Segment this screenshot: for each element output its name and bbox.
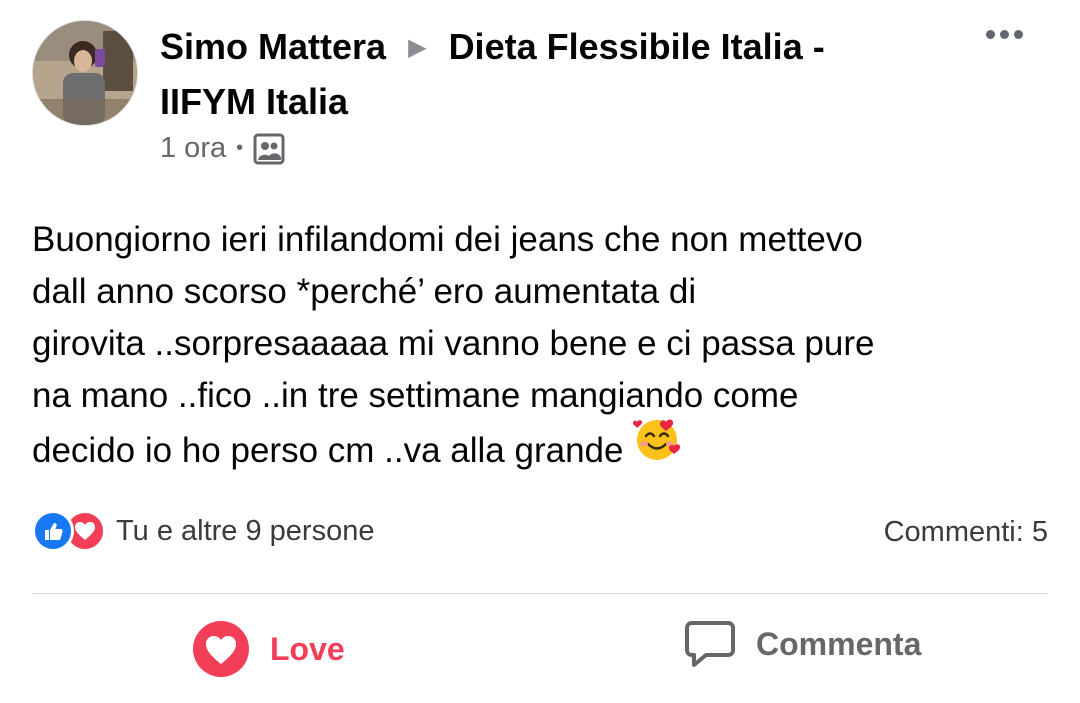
love-button-label: Love [270,630,345,667]
post-text-line: girovita ..sorpresaaaaa mi vanno bene e … [32,324,875,363]
reactions-count: Tu e altre 9 persone [116,514,375,547]
group-name[interactable]: Dieta Flessibile Italia - [449,26,825,67]
more-dot [1014,30,1023,39]
post-header: Simo Mattera ▶ Dieta Flessibile Italia -… [160,22,960,127]
love-icon [192,620,250,678]
post-text-line: dall anno scorso *perché’ ero aumentata … [32,272,697,311]
divider [32,593,1048,594]
smiling-face-with-hearts-icon [633,416,683,477]
author-name[interactable]: Simo Mattera [160,26,386,67]
comment-button[interactable]: Commenta [684,620,921,668]
post-title: Simo Mattera ▶ Dieta Flessibile Italia -… [160,22,960,127]
avatar-photo [33,21,137,125]
post-text: Buongiorno ieri infilandomi dei jeans ch… [32,214,1052,483]
comments-count[interactable]: Commenti: 5 [884,516,1048,549]
like-reaction-icon [32,510,74,552]
post-text-line: na mano ..fico ..in tre settimane mangia… [32,376,799,415]
post-text-line: Buongiorno ieri infilandomi dei jeans ch… [32,220,863,259]
group-audience-icon [253,133,285,165]
author-avatar[interactable] [32,20,138,126]
more-options-button[interactable] [986,30,1023,39]
post-meta: 1 ora • [160,132,285,165]
post-time[interactable]: 1 ora [160,132,226,165]
comment-button-label: Commenta [756,625,922,662]
reactions-summary[interactable]: Tu e altre 9 persone [32,510,374,552]
more-dot [986,30,995,39]
post-text-line: decido io ho perso cm ..va alla grande [32,430,624,470]
meta-separator: • [236,137,244,159]
comment-icon [684,620,736,668]
love-button[interactable]: Love [192,620,345,678]
posted-in-arrow-icon: ▶ [408,34,427,61]
group-name-continued[interactable]: IIFYM Italia [160,81,348,122]
more-dot [1000,30,1009,39]
post-text-line-last: decido io ho perso cm ..va alla grande [32,419,1052,483]
